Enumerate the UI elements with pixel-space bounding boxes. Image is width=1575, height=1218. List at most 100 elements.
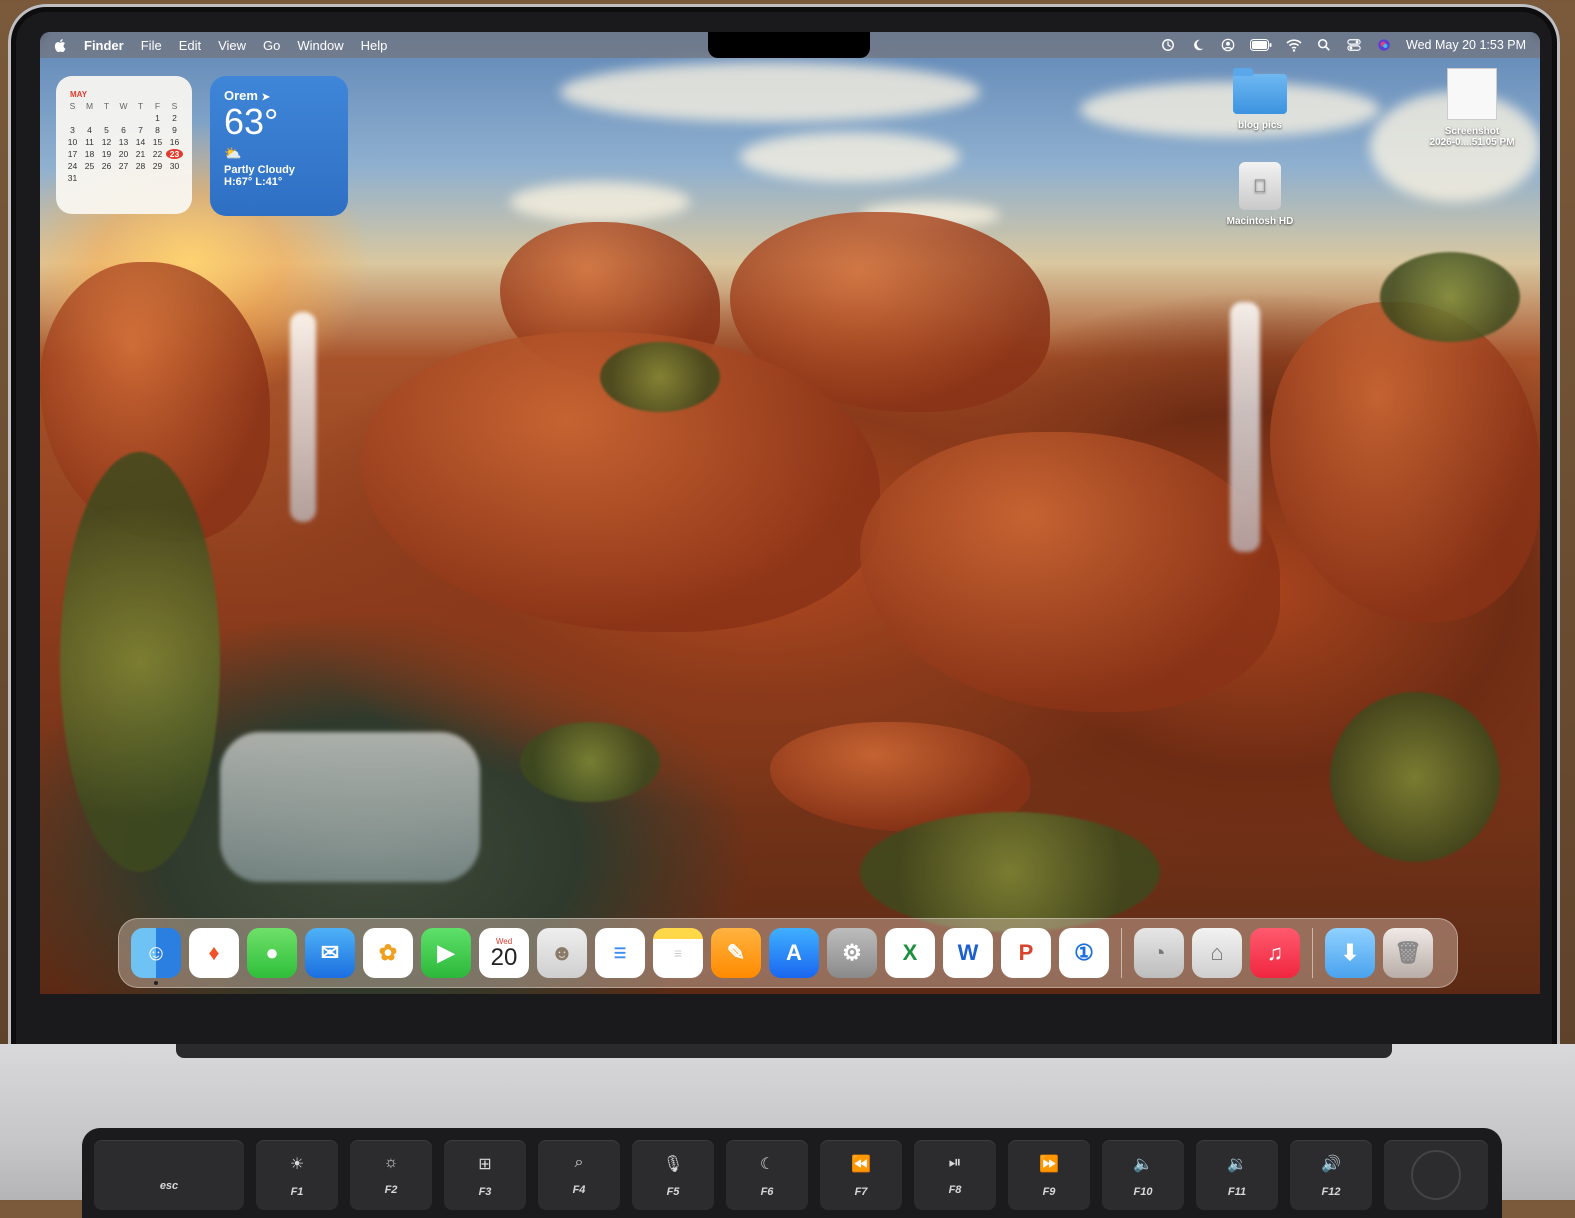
calendar-day: 9 bbox=[172, 125, 177, 135]
wifi-icon[interactable] bbox=[1286, 38, 1302, 52]
calendar-day: 18 bbox=[84, 149, 95, 159]
calendar-day bbox=[98, 113, 115, 123]
music-dock-icon[interactable]: ♫ bbox=[1250, 928, 1300, 978]
calendar-day: 13 bbox=[118, 137, 129, 147]
calendar-day: 2 bbox=[172, 113, 177, 123]
weekday-header: F bbox=[154, 101, 161, 111]
mute-icon: 🔈 bbox=[1133, 1156, 1153, 1173]
calendar-day: 27 bbox=[118, 161, 129, 171]
menu-go[interactable]: Go bbox=[263, 38, 280, 53]
volume-down-icon: 🔉 bbox=[1227, 1156, 1247, 1173]
downloads-folder-dock-icon[interactable]: ⬇ bbox=[1325, 928, 1375, 978]
calendar-today: 23 bbox=[166, 149, 183, 159]
calendar-day: 10 bbox=[67, 137, 78, 147]
running-indicator bbox=[154, 981, 158, 985]
reminders-dock-icon[interactable]: ☰ bbox=[595, 928, 645, 978]
calendar-day: 7 bbox=[138, 125, 143, 135]
spotlight-search-icon[interactable] bbox=[1316, 38, 1332, 52]
menu-window[interactable]: Window bbox=[297, 38, 343, 53]
app-store-dock-icon[interactable]: A bbox=[769, 928, 819, 978]
menu-app-finder[interactable]: Finder bbox=[84, 38, 124, 53]
esc-key-label: esc bbox=[159, 1180, 179, 1192]
desktop-folder-blog-pics[interactable]: blog pics bbox=[1220, 68, 1300, 131]
menu-edit[interactable]: Edit bbox=[179, 38, 201, 53]
calendar-day: 30 bbox=[169, 161, 180, 171]
siri-icon[interactable] bbox=[1376, 38, 1392, 52]
menu-view[interactable]: View bbox=[218, 38, 246, 53]
focus-moon-icon[interactable] bbox=[1190, 38, 1206, 52]
microphone-icon: 🎙 bbox=[662, 1156, 684, 1173]
touch-id-ring-icon bbox=[1411, 1150, 1461, 1200]
menubar-clock[interactable]: Wed May 20 1:53 PM bbox=[1406, 38, 1526, 52]
dock: ☺ ♦ ● ✉ ✿ ▶ Wed 20 ☻ ☰ ≡ ✎ A ⚙ X W P ① ◔… bbox=[118, 918, 1458, 988]
f8-label: F8 bbox=[948, 1184, 962, 1196]
brave-dock-icon[interactable]: ♦ bbox=[189, 928, 239, 978]
1password-dock-icon[interactable]: ① bbox=[1059, 928, 1109, 978]
f7-label: F7 bbox=[854, 1186, 868, 1198]
finder-dock-icon[interactable]: ☺ bbox=[131, 928, 181, 985]
user-account-icon[interactable] bbox=[1220, 38, 1236, 52]
f5-label: F5 bbox=[666, 1186, 680, 1198]
apple-menu-icon[interactable] bbox=[54, 38, 66, 52]
partly-cloudy-icon: ⛅ bbox=[224, 145, 242, 161]
hard-drive-icon:  bbox=[1239, 162, 1281, 210]
messages-dock-icon[interactable]: ● bbox=[247, 928, 297, 978]
facetime-dock-icon[interactable]: ▶ bbox=[421, 928, 471, 978]
calendar-day: 19 bbox=[101, 149, 112, 159]
desktop-screenshot-file[interactable]: Screenshot 2026-0....51.05 PM bbox=[1420, 68, 1524, 148]
mail-dock-icon[interactable]: ✉ bbox=[305, 928, 355, 978]
weather-widget[interactable]: Orem ➤ 63° ⛅ Partly Cloudy H:67° L:41° bbox=[210, 76, 348, 216]
system-settings-dock-icon[interactable]: ⚙ bbox=[827, 928, 877, 978]
contacts-dock-icon[interactable]: ☻ bbox=[537, 928, 587, 978]
menu-file[interactable]: File bbox=[141, 38, 162, 53]
menu-help[interactable]: Help bbox=[361, 38, 388, 53]
brightness-down-icon: ☀ bbox=[289, 1156, 305, 1173]
desktop-macintosh-hd[interactable]:  Macintosh HD bbox=[1220, 162, 1300, 227]
calendar-dock-icon[interactable]: Wed 20 bbox=[479, 928, 529, 978]
time-machine-dock-icon[interactable]: ◔ bbox=[1134, 928, 1184, 978]
calendar-day: 20 bbox=[118, 149, 129, 159]
calendar-day: 29 bbox=[152, 161, 163, 171]
calendar-month: MAY bbox=[70, 90, 88, 99]
calendar-day: 26 bbox=[101, 161, 112, 171]
calendar-day: 4 bbox=[87, 125, 92, 135]
calendar-day: 25 bbox=[84, 161, 95, 171]
desktop-screen[interactable]: Finder File Edit View Go Window Help Wed… bbox=[40, 32, 1540, 994]
excel-dock-icon[interactable]: X bbox=[885, 928, 935, 978]
calendar-day: 31 bbox=[67, 173, 78, 183]
calendar-day: 3 bbox=[70, 125, 75, 135]
dock-separator bbox=[1312, 928, 1313, 978]
notes-dock-icon[interactable]: ≡ bbox=[653, 928, 703, 978]
pages-dock-icon[interactable]: ✎ bbox=[711, 928, 761, 978]
word-dock-icon[interactable]: W bbox=[943, 928, 993, 978]
f9-label: F9 bbox=[1042, 1186, 1056, 1198]
calendar-day: 11 bbox=[85, 137, 94, 147]
calendar-grid: S M T W T F S 1 2 3 4 5 6 7 8 9 10 11 12… bbox=[64, 101, 184, 183]
volume-up-icon: 🔊 bbox=[1321, 1156, 1341, 1173]
f2-label: F2 bbox=[384, 1184, 398, 1196]
control-center-icon[interactable] bbox=[1346, 38, 1362, 52]
battery-icon[interactable] bbox=[1250, 38, 1272, 52]
search-icon: ⌕ bbox=[574, 1154, 584, 1171]
calendar-day: 12 bbox=[101, 137, 112, 147]
desktop-drive-label: Macintosh HD bbox=[1226, 216, 1294, 227]
calendar-day bbox=[132, 113, 149, 123]
trash-dock-icon[interactable]: 🗑 bbox=[1383, 928, 1433, 978]
f10-label: F10 bbox=[1133, 1186, 1153, 1198]
weather-condition: Partly Cloudy bbox=[224, 164, 295, 176]
calendar-day: 17 bbox=[67, 149, 78, 159]
screen-time-icon[interactable] bbox=[1160, 38, 1176, 52]
brightness-up-icon: ☼ bbox=[383, 1154, 399, 1171]
calendar-day: 14 bbox=[135, 137, 146, 147]
photos-dock-icon[interactable]: ✿ bbox=[363, 928, 413, 978]
powerpoint-dock-icon[interactable]: P bbox=[1001, 928, 1051, 978]
calendar-day: 21 bbox=[135, 149, 146, 159]
laptop-hinge bbox=[176, 1044, 1392, 1058]
calendar-widget[interactable]: MAY S M T W T F S 1 2 3 4 5 6 7 8 9 10 1… bbox=[56, 76, 192, 214]
folder-icon bbox=[1233, 68, 1287, 114]
calendar-day: 15 bbox=[152, 137, 163, 147]
preview-dock-icon[interactable]: ⌂ bbox=[1192, 928, 1242, 978]
f6-label: F6 bbox=[760, 1186, 774, 1198]
calendar-day bbox=[115, 113, 132, 123]
camera-notch bbox=[708, 32, 870, 58]
